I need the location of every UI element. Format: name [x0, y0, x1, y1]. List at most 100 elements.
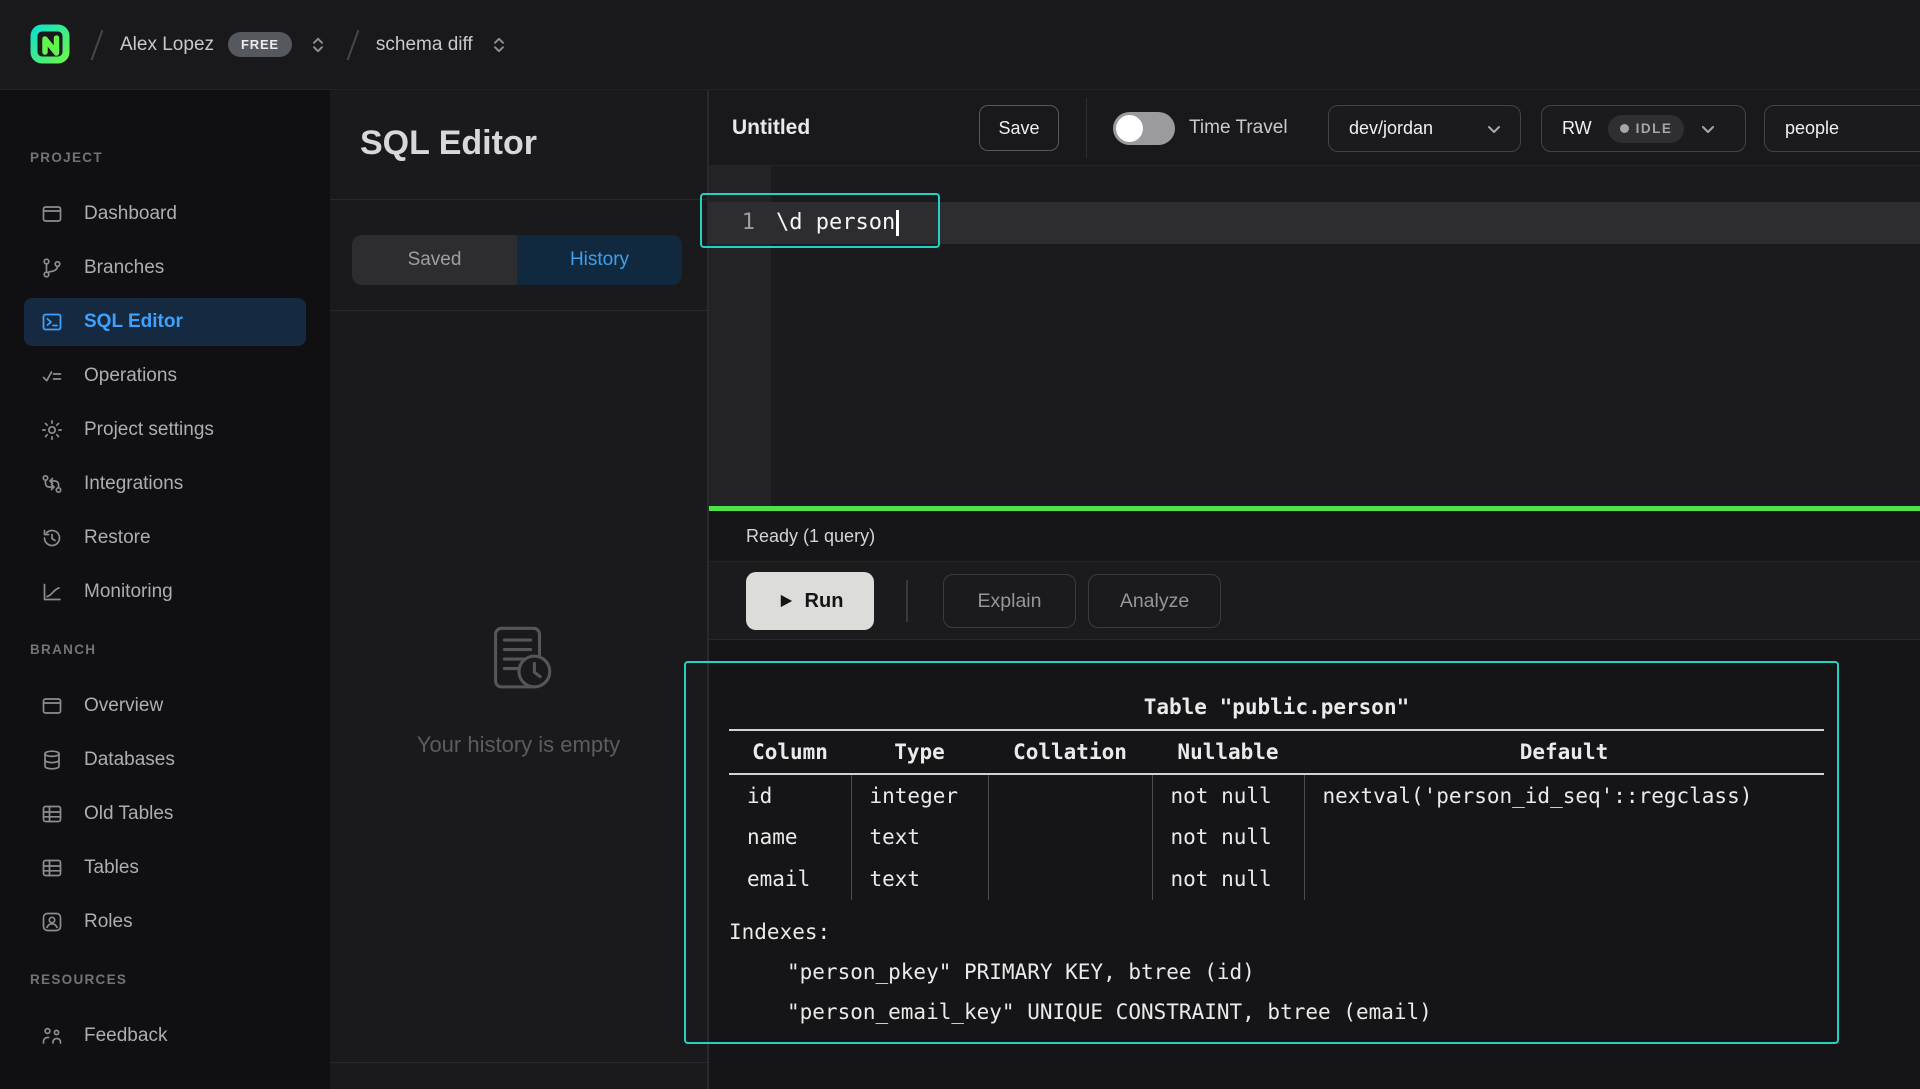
- table-row: id integer not null nextval('person_id_s…: [729, 774, 1824, 816]
- sidebar-item-dashboard[interactable]: Dashboard: [24, 190, 306, 238]
- plan-badge: FREE: [228, 32, 292, 57]
- compute-status-badge: IDLE: [1608, 115, 1685, 143]
- table-row: name text not null: [729, 816, 1824, 858]
- cell: [988, 858, 1152, 900]
- divider: [330, 1062, 707, 1063]
- users-icon: [40, 1024, 64, 1048]
- query-name: Untitled: [732, 90, 810, 166]
- toggle-knob: [1116, 115, 1143, 142]
- sidebar-item-integrations[interactable]: Integrations: [24, 460, 306, 508]
- dashboard-icon: [40, 202, 64, 226]
- cell: not null: [1152, 858, 1304, 900]
- sidebar-item-label: Operations: [84, 365, 177, 387]
- tab-saved[interactable]: Saved: [352, 235, 517, 285]
- time-travel-label: Time Travel: [1189, 90, 1288, 166]
- sidebar-item-tables[interactable]: Tables: [24, 844, 306, 892]
- sidebar-item-sql-editor[interactable]: SQL Editor: [24, 298, 306, 346]
- sidebar-item-restore[interactable]: Restore: [24, 514, 306, 562]
- sidebar-item-label: Roles: [84, 911, 133, 933]
- compute-selector[interactable]: RW IDLE: [1541, 105, 1746, 152]
- saved-history-tabs: Saved History: [352, 235, 682, 285]
- column-header: Nullable: [1152, 730, 1304, 774]
- branch-selector[interactable]: dev/jordan: [1328, 105, 1521, 152]
- sidebar-item-branches[interactable]: Branches: [24, 244, 306, 292]
- index-entry: "person_pkey" PRIMARY KEY, btree (id): [729, 952, 1824, 992]
- indexes-label: Indexes:: [729, 912, 1824, 952]
- cell: email: [729, 858, 851, 900]
- sidebar-item-overview[interactable]: Overview: [24, 682, 306, 730]
- org-name[interactable]: Alex Lopez: [120, 34, 214, 56]
- sidebar-item-label: Restore: [84, 527, 151, 549]
- neon-logo-icon[interactable]: [28, 22, 74, 68]
- gear-icon: [40, 418, 64, 442]
- cell: id: [729, 774, 851, 816]
- sidebar-item-operations[interactable]: Operations: [24, 352, 306, 400]
- table-row: email text not null: [729, 858, 1824, 900]
- save-button[interactable]: Save: [979, 105, 1059, 151]
- results-pane: Table "public.person" Column Type Collat…: [709, 640, 1920, 1089]
- play-icon: [777, 592, 794, 610]
- sidebar-item-label: Tables: [84, 857, 139, 879]
- neon-console: Alex Lopez FREE schema diff PROJECT Dash…: [0, 0, 1920, 1089]
- cell: [1304, 858, 1824, 900]
- branch-selector-value: dev/jordan: [1349, 118, 1433, 139]
- chart-icon: [40, 580, 64, 604]
- sidebar-item-databases[interactable]: Databases: [24, 736, 306, 784]
- project-name[interactable]: schema diff: [376, 34, 473, 56]
- column-header: Collation: [988, 730, 1152, 774]
- result-header-row: Column Type Collation Nullable Default: [729, 730, 1824, 774]
- list-check-icon: [40, 364, 64, 388]
- sql-editor-panel: SQL Editor Saved History Your history is…: [330, 90, 708, 1089]
- sql-code-editor[interactable]: 1 \d person: [709, 166, 1920, 506]
- sidebar-item-label: Feedback: [84, 1025, 167, 1047]
- analyze-button[interactable]: Analyze: [1088, 574, 1221, 628]
- table-icon: [40, 802, 64, 826]
- sidebar-item-old-tables[interactable]: Old Tables: [24, 790, 306, 838]
- column-header: Type: [851, 730, 988, 774]
- compute-status: IDLE: [1636, 121, 1673, 136]
- sidebar-item-project-settings[interactable]: Project settings: [24, 406, 306, 454]
- breadcrumb-separator: [91, 29, 104, 60]
- divider: [330, 199, 707, 200]
- history-empty-state: Your history is empty: [330, 621, 707, 758]
- time-travel-toggle[interactable]: [1113, 112, 1175, 145]
- query-editor-region: Untitled Save Time Travel dev/jordan RW …: [708, 90, 1920, 1089]
- sidebar-item-label: Branches: [84, 257, 164, 279]
- database-selector[interactable]: people: [1764, 105, 1920, 152]
- cell: nextval('person_id_seq'::regclass): [1304, 774, 1824, 816]
- explain-button[interactable]: Explain: [943, 574, 1076, 628]
- code-text: \d person: [776, 210, 895, 235]
- text-cursor: [896, 210, 899, 236]
- database-selector-value: people: [1785, 118, 1839, 139]
- page-title: SQL Editor: [330, 90, 707, 163]
- sidebar: PROJECT Dashboard Branches SQL Editor Op…: [0, 90, 330, 1089]
- indexes-block: Indexes: "person_pkey" PRIMARY KEY, btre…: [729, 912, 1824, 1032]
- cell: integer: [851, 774, 988, 816]
- section-label-branch: BRANCH: [0, 642, 330, 657]
- sidebar-item-roles[interactable]: Roles: [24, 898, 306, 946]
- status-text: Ready (1 query): [746, 511, 1920, 562]
- history-empty-message: Your history is empty: [330, 732, 707, 758]
- psql-output: Table "public.person" Column Type Collat…: [729, 685, 1824, 1032]
- sidebar-item-label: Old Tables: [84, 803, 173, 825]
- project-selector-chevron-icon[interactable]: [487, 33, 511, 57]
- run-button[interactable]: Run: [746, 572, 874, 630]
- sidebar-item-feedback[interactable]: Feedback: [24, 1012, 306, 1060]
- status-dot-icon: [1620, 124, 1629, 133]
- table-icon: [40, 856, 64, 880]
- sidebar-item-monitoring[interactable]: Monitoring: [24, 568, 306, 616]
- tab-history[interactable]: History: [517, 235, 682, 285]
- breadcrumb-separator: [346, 29, 359, 60]
- code-line[interactable]: \d person: [776, 202, 899, 244]
- sidebar-item-label: Project settings: [84, 419, 214, 441]
- cell: not null: [1152, 816, 1304, 858]
- integrations-icon: [40, 472, 64, 496]
- top-bar: Alex Lopez FREE schema diff: [0, 0, 1920, 90]
- history-clock-icon: [40, 526, 64, 550]
- sidebar-item-label: SQL Editor: [84, 311, 183, 333]
- document-clock-icon: [478, 621, 560, 703]
- org-selector-chevron-icon[interactable]: [306, 33, 330, 57]
- sidebar-item-label: Integrations: [84, 473, 183, 495]
- action-bar: Run Explain Analyze: [709, 563, 1920, 640]
- cell: text: [851, 816, 988, 858]
